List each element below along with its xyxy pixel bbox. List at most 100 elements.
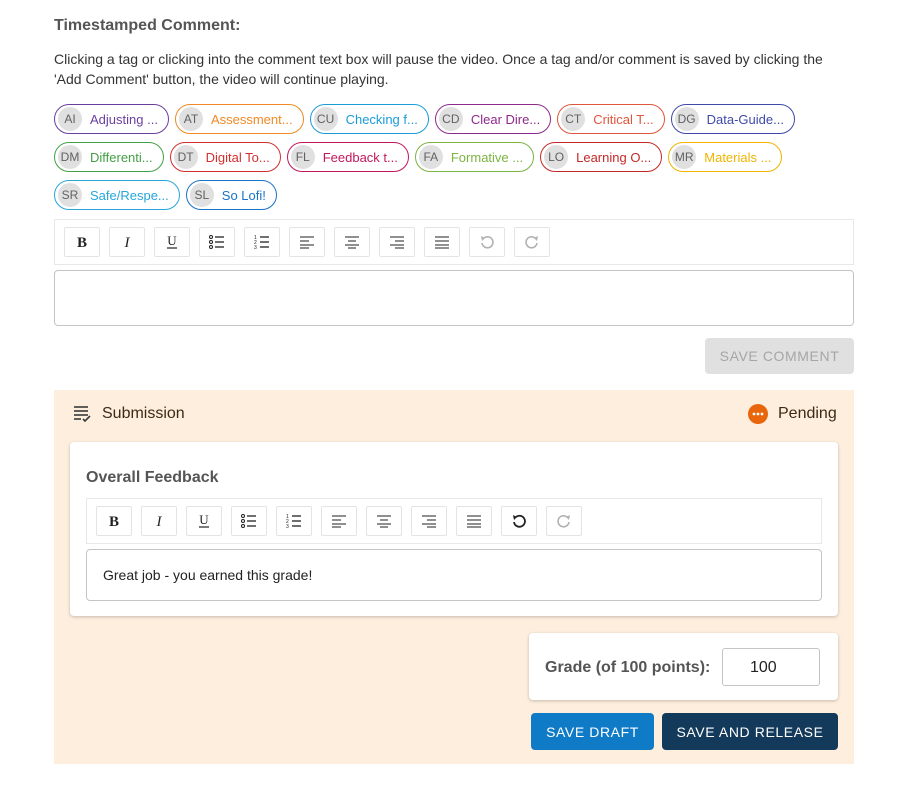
underline-button[interactable]: U (154, 227, 190, 257)
tag-label: Feedback t... (322, 149, 398, 165)
feedback-numbered-list-button[interactable]: 123 (276, 506, 312, 536)
align-right-icon (390, 236, 404, 249)
submission-title: Submission (102, 405, 185, 422)
tag-chip[interactable]: FA Formative ... (414, 142, 535, 172)
numbered-list-icon: 123 (254, 235, 269, 249)
bold-button[interactable]: B (64, 227, 100, 257)
feedback-redo-button[interactable] (546, 506, 582, 536)
feedback-text-value: Great job - you earned this grade! (103, 567, 313, 583)
redo-icon (525, 235, 538, 249)
align-left-button[interactable] (289, 227, 325, 257)
feedback-bold-button[interactable]: B (96, 506, 132, 536)
svg-text:U: U (167, 234, 177, 248)
tag-chip[interactable]: CD Clear Dire... (434, 104, 552, 134)
tag-chip[interactable]: CU Checking f... (309, 104, 429, 134)
feedback-underline-button[interactable]: U (186, 506, 222, 536)
svg-text:B: B (77, 235, 87, 249)
svg-text:U: U (199, 513, 209, 527)
comment-instructions: Clicking a tag or clicking into the comm… (54, 51, 823, 87)
svg-text:B: B (109, 514, 119, 528)
tag-label: Checking f... (345, 111, 418, 127)
tag-chip[interactable]: SR Safe/Respe... (54, 180, 180, 210)
feedback-italic-button[interactable]: I (141, 506, 177, 536)
justify-icon (467, 515, 481, 528)
italic-icon: I (124, 235, 131, 249)
bold-icon: B (109, 514, 119, 528)
bold-icon: B (77, 235, 87, 249)
italic-button[interactable]: I (109, 227, 145, 257)
feedback-text-input[interactable]: Great job - you earned this grade! (86, 549, 822, 601)
tag-avatar: SL (189, 183, 214, 207)
grade-card: Grade (of 100 points): 100 (529, 633, 838, 700)
align-right-icon (422, 515, 436, 528)
tag-avatar: AI (58, 107, 82, 131)
grade-value: 100 (750, 659, 777, 676)
tag-label: So Lofi! (221, 187, 266, 203)
align-center-button[interactable] (334, 227, 370, 257)
svg-text:I: I (156, 514, 163, 528)
bullet-list-button[interactable] (199, 227, 235, 257)
save-draft-button[interactable]: SAVE DRAFT (531, 713, 654, 750)
tag-label: Clear Dire... (470, 111, 541, 127)
feedback-align-left-button[interactable] (321, 506, 357, 536)
tag-avatar: CD (438, 107, 463, 131)
tag-avatar: FA (418, 145, 443, 169)
overall-feedback-card: Overall Feedback B I U 123 Great job - y… (70, 442, 838, 616)
comment-text-input[interactable] (54, 270, 854, 326)
justify-button[interactable] (424, 227, 460, 257)
align-right-button[interactable] (379, 227, 415, 257)
align-center-icon (345, 236, 359, 249)
tag-chip[interactable]: DM Differenti... (54, 142, 164, 172)
save-comment-button[interactable]: SAVE COMMENT (705, 338, 854, 374)
tag-chip[interactable]: LO Learning O... (540, 142, 663, 172)
svg-text:I: I (124, 235, 131, 249)
tag-avatar: SR (58, 183, 82, 207)
bullet-list-icon (241, 514, 256, 528)
undo-icon (481, 235, 494, 249)
tag-label: Learning O... (576, 149, 652, 165)
tag-avatar: AT (178, 107, 203, 131)
redo-button[interactable] (514, 227, 550, 257)
undo-button[interactable] (469, 227, 505, 257)
feedback-undo-button[interactable] (501, 506, 537, 536)
tag-label: Digital To... (205, 149, 270, 165)
pending-status-icon (748, 404, 768, 424)
tag-chip[interactable]: AI Adjusting ... (54, 104, 169, 134)
numbered-list-button[interactable]: 123 (244, 227, 280, 257)
grade-label: Grade (of 100 points): (545, 659, 711, 676)
italic-icon: I (156, 514, 163, 528)
tag-label: Critical T... (593, 111, 654, 127)
redo-icon (557, 514, 570, 528)
tag-avatar: MR (672, 145, 697, 169)
tag-avatar: LO (544, 145, 569, 169)
grade-input[interactable]: 100 (722, 648, 820, 686)
feedback-align-right-button[interactable] (411, 506, 447, 536)
feedback-justify-button[interactable] (456, 506, 492, 536)
align-center-icon (377, 515, 391, 528)
tag-chip[interactable]: DG Data-Guide... (670, 104, 795, 134)
tag-chip[interactable]: AT Assessment... (174, 104, 304, 134)
timestamped-comment-heading: Timestamped Comment: (54, 17, 241, 34)
tag-chip[interactable]: MR Materials ... (668, 142, 783, 172)
svg-text:3: 3 (286, 524, 289, 528)
tag-avatar: FL (290, 145, 315, 169)
save-and-release-button[interactable]: SAVE AND RELEASE (662, 713, 838, 750)
feedback-bullet-list-button[interactable] (231, 506, 267, 536)
tag-label: Formative ... (450, 149, 524, 165)
align-left-icon (332, 515, 346, 528)
tag-chip[interactable]: FL Feedback t... (286, 142, 409, 172)
feedback-align-center-button[interactable] (366, 506, 402, 536)
tag-avatar: DM (58, 145, 82, 169)
tag-label: Differenti... (90, 149, 153, 165)
tag-label: Materials ... (704, 149, 772, 165)
tag-label: Data-Guide... (706, 111, 784, 127)
comment-editor-toolbar: B I U 123 (54, 219, 854, 265)
tag-avatar: DG (674, 107, 699, 131)
bullet-list-icon (209, 235, 224, 249)
tag-chip[interactable]: DT Digital To... (169, 142, 281, 172)
submission-panel: Submission Pending Overall Feedback B I … (54, 390, 854, 764)
tag-label: Adjusting ... (90, 111, 158, 127)
tag-chip[interactable]: CT Critical T... (557, 104, 665, 134)
tag-avatar: DT (173, 145, 198, 169)
tag-chip[interactable]: SL So Lofi! (185, 180, 277, 210)
